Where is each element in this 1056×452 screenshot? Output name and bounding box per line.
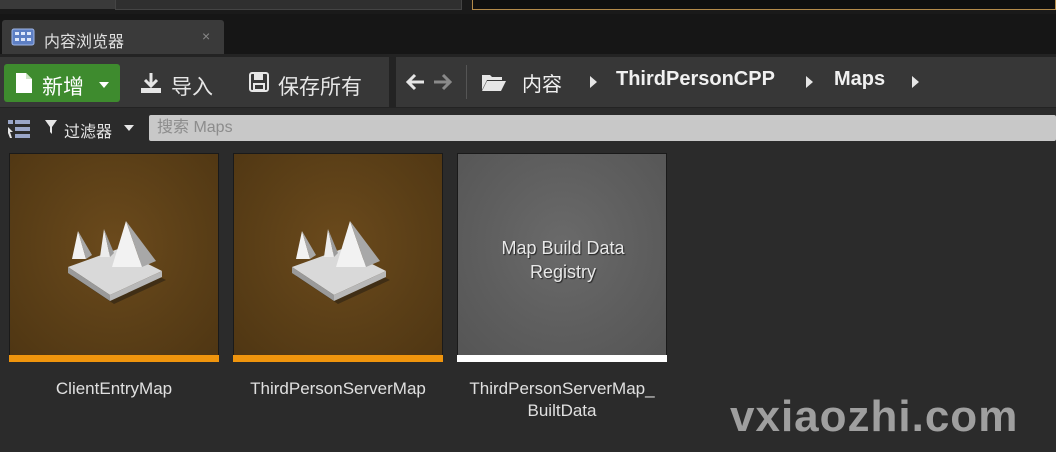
add-new-label: 新增 xyxy=(42,76,84,99)
filters-button[interactable]: 过滤器 xyxy=(44,117,140,141)
tab-content-browser[interactable]: 内容浏览器 × xyxy=(2,20,224,54)
arrow-right-icon[interactable] xyxy=(432,71,454,93)
top-panel-middle xyxy=(115,0,462,10)
divider xyxy=(466,65,467,99)
save-icon xyxy=(249,72,269,92)
asset-name[interactable]: ThirdPersonServerMap_ BuiltData xyxy=(442,378,682,422)
new-file-icon xyxy=(16,73,32,93)
chevron-right-icon[interactable] xyxy=(590,76,597,88)
tab-bar: 内容浏览器 × xyxy=(0,14,1056,54)
folder-open-icon[interactable] xyxy=(481,71,507,93)
asset-thumbnail: Map Build Data Registry xyxy=(457,153,667,357)
breadcrumb-content[interactable]: 内容 xyxy=(522,68,562,97)
chevron-down-icon xyxy=(124,125,134,131)
import-button[interactable]: 导入 xyxy=(140,64,225,102)
import-label: 导入 xyxy=(171,76,213,99)
asset-name[interactable]: ThirdPersonServerMap xyxy=(218,378,458,400)
watermark: vxiaozhi.com xyxy=(730,392,1019,441)
toolbar: 新增 导入 保存所有 内容 ThirdPersonCPP Maps xyxy=(0,54,1056,108)
level-map-icon xyxy=(68,221,166,304)
breadcrumb-thirdpersoncpp[interactable]: ThirdPersonCPP xyxy=(616,68,775,91)
asset-tile[interactable]: Map Build Data Registry xyxy=(457,153,667,363)
save-all-button[interactable]: 保存所有 xyxy=(247,64,377,102)
path-bar: 内容 ThirdPersonCPP Maps xyxy=(396,57,1056,107)
chevron-right-icon[interactable] xyxy=(912,76,919,88)
top-strip xyxy=(0,0,1056,14)
add-new-button[interactable]: 新增 xyxy=(4,64,120,102)
view-options-icon[interactable] xyxy=(7,118,31,140)
chevron-down-icon xyxy=(99,82,109,88)
save-all-label: 保存所有 xyxy=(278,76,362,99)
asset-tile[interactable] xyxy=(233,153,443,363)
tab-title: 内容浏览器 xyxy=(44,34,125,51)
asset-type-stripe xyxy=(233,355,443,362)
asset-name[interactable]: ClientEntryMap xyxy=(0,378,234,400)
asset-type-stripe xyxy=(457,355,667,362)
top-panel-viewport xyxy=(472,0,1056,10)
import-icon xyxy=(141,73,161,93)
filters-label: 过滤器 xyxy=(64,124,113,141)
top-panel-left xyxy=(0,0,115,9)
asset-type-stripe xyxy=(9,355,219,362)
level-map-icon xyxy=(292,221,390,304)
search-input[interactable] xyxy=(149,115,1056,141)
arrow-left-icon[interactable] xyxy=(404,71,426,93)
asset-thumbnail xyxy=(9,153,219,357)
chevron-right-icon[interactable] xyxy=(806,76,813,88)
tab-close-icon[interactable]: × xyxy=(202,28,210,44)
toolbar-actions: 新增 导入 保存所有 xyxy=(0,57,389,107)
filter-icon xyxy=(45,120,57,134)
asset-thumbnail-label: Map Build Data Registry xyxy=(501,238,625,282)
asset-tile[interactable] xyxy=(9,153,219,363)
filter-row: 过滤器 xyxy=(0,108,1056,146)
breadcrumb-maps[interactable]: Maps xyxy=(834,68,885,91)
content-browser-icon xyxy=(11,28,35,46)
asset-thumbnail xyxy=(233,153,443,357)
